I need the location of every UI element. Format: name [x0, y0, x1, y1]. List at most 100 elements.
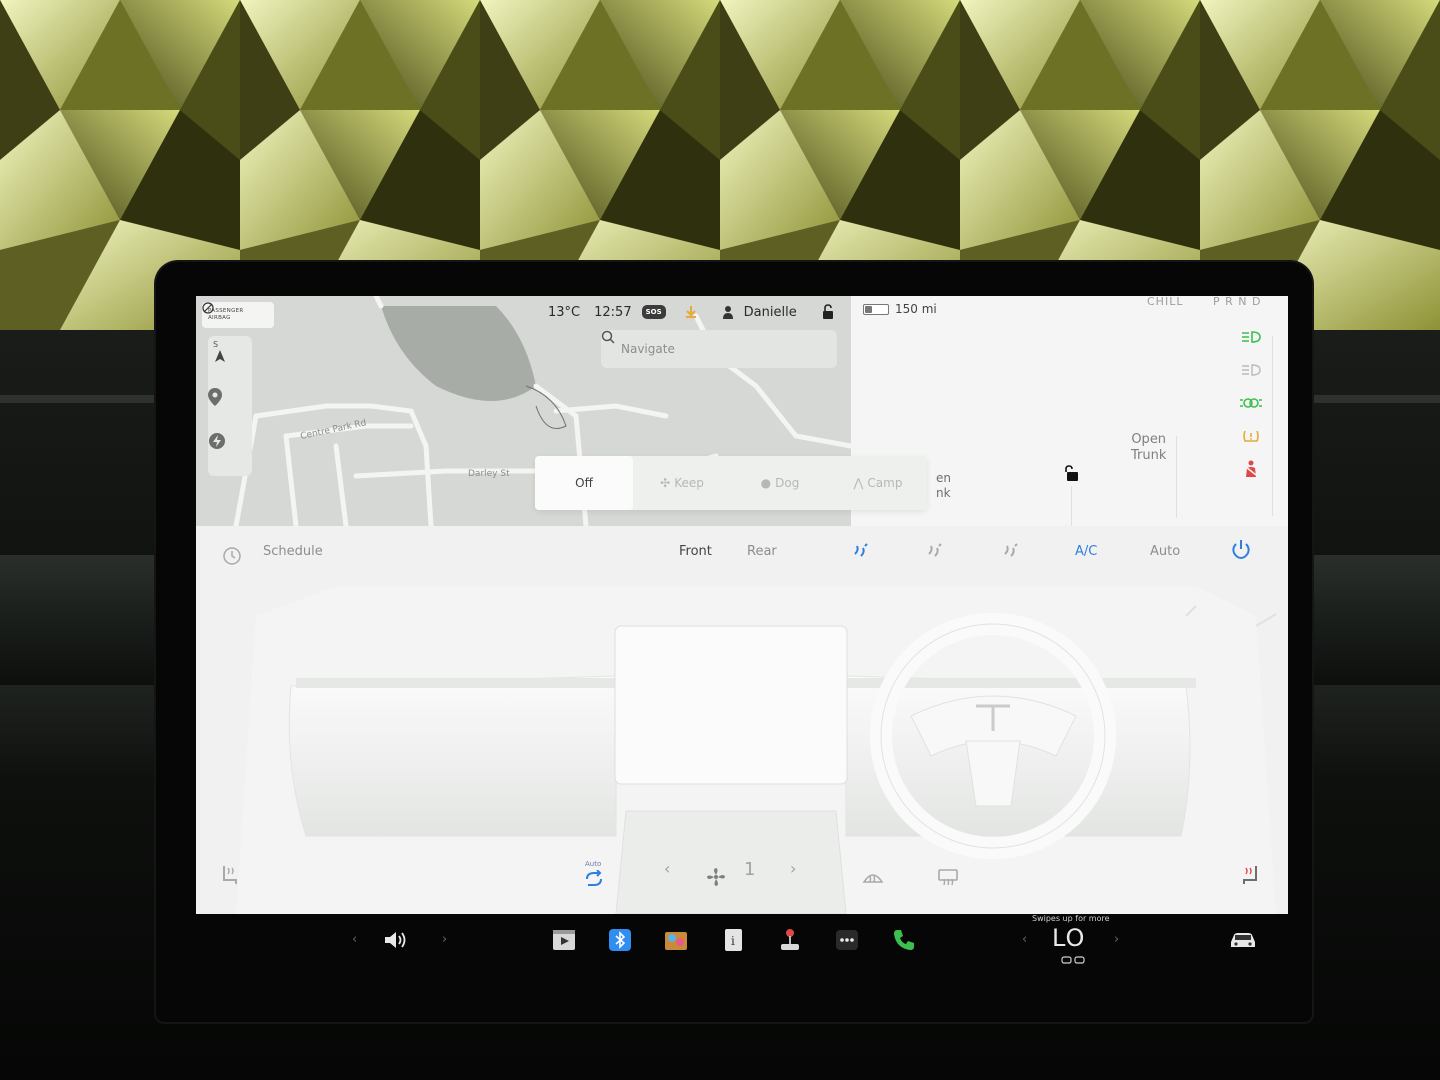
recirc-auto-label: Auto: [585, 860, 602, 868]
volume-button[interactable]: [382, 926, 410, 954]
pin-button[interactable]: [208, 388, 252, 428]
touchscreen: PASSENGER AIRBAG S Navigate Centre Park …: [196, 296, 1288, 914]
battery-indicator: 150 mi: [863, 302, 937, 316]
passenger-airbag-indicator: PASSENGER AIRBAG: [202, 302, 274, 328]
cabin-temperature[interactable]: LO: [1052, 924, 1085, 952]
toybox-icon: [665, 932, 687, 950]
tire-pressure-icon: [1243, 430, 1259, 442]
gear-selector: P R N D: [1213, 296, 1262, 308]
fan-decrease-button[interactable]: ‹: [664, 859, 670, 878]
airbag-line2: AIRBAG: [208, 315, 231, 321]
trunk-line1: Open: [1131, 432, 1167, 447]
fan-speed: 1: [744, 859, 756, 880]
schedule-button[interactable]: Schedule: [263, 544, 323, 559]
keeper-option-label: Camp: [867, 476, 903, 490]
clock-icon[interactable]: [222, 546, 242, 566]
phone-app-button[interactable]: [890, 926, 918, 954]
phone-icon: [894, 930, 914, 950]
compass-button[interactable]: S: [208, 338, 252, 378]
trunk-line2: Trunk: [1131, 448, 1167, 463]
divider: [1272, 336, 1273, 516]
volume-up-button[interactable]: ›: [442, 932, 447, 947]
keeper-option-dog[interactable]: ● Dog: [731, 456, 829, 510]
divider: [1176, 436, 1177, 518]
power-icon[interactable]: [1230, 538, 1252, 560]
clock: 12:57: [594, 304, 632, 320]
parking-lights-indicator: [1228, 386, 1274, 419]
car-icon: [1231, 933, 1255, 947]
sos-badge[interactable]: SOS: [641, 305, 666, 319]
charging-button[interactable]: [208, 432, 252, 472]
bluetooth-icon: [609, 929, 631, 951]
airflow-windshield-icon[interactable]: [1001, 540, 1021, 560]
seatbelt-icon: [1245, 460, 1257, 477]
headlights-indicator: [1228, 320, 1274, 353]
media-app-button[interactable]: [550, 926, 578, 954]
keeper-option-label: Dog: [775, 476, 800, 490]
navigate-search[interactable]: Navigate: [601, 330, 837, 368]
rear-defrost-icon[interactable]: [937, 868, 959, 886]
search-placeholder: Navigate: [621, 342, 675, 356]
frunk-line1: en: [936, 471, 951, 485]
car-menu-button[interactable]: [1226, 926, 1260, 954]
swipe-hint: Swipes up for more: [1032, 914, 1110, 923]
keeper-option-off[interactable]: Off: [535, 456, 633, 510]
lightning-icon: [209, 433, 225, 449]
airflow-feet-icon[interactable]: [925, 540, 945, 560]
owners-manual-icon: i: [725, 929, 742, 951]
temp-up-button[interactable]: ›: [1114, 932, 1119, 947]
recirculate-icon[interactable]: [584, 870, 604, 888]
indicator-column: [1228, 320, 1274, 485]
taskbar: ‹ › i Swipes up for more ‹ LO ›: [196, 914, 1288, 974]
fan-icon: [707, 868, 725, 886]
fan-icon: ✣: [660, 476, 671, 490]
climate-keeper-selector: Off ✣ Keep ● Dog ⋀ Camp: [535, 456, 927, 510]
svg-text:S: S: [213, 340, 218, 349]
location-pin-icon: [208, 388, 222, 406]
tire-pressure-indicator: [1228, 419, 1274, 452]
arcade-app-button[interactable]: [776, 926, 804, 954]
bluetooth-app-button[interactable]: [606, 926, 634, 954]
outside-temperature: 13°C: [548, 304, 581, 320]
driver-seat-heater-icon[interactable]: [220, 864, 240, 886]
tent-icon: ⋀: [853, 476, 864, 490]
toybox-app-button[interactable]: [662, 926, 690, 954]
open-frunk-button[interactable]: en nk: [936, 471, 951, 501]
door-unlock-icon[interactable]: [1061, 464, 1079, 482]
download-icon[interactable]: [684, 305, 698, 319]
fan-increase-button[interactable]: ›: [790, 859, 796, 878]
headlight-icon: [1242, 330, 1261, 343]
keeper-option-camp[interactable]: ⋀ Camp: [829, 456, 927, 510]
rear-tab[interactable]: Rear: [747, 544, 777, 559]
joystick-icon: [781, 929, 799, 950]
passenger-seat-heater-icon[interactable]: [1240, 864, 1260, 886]
front-defrost-icon[interactable]: [862, 868, 884, 886]
battery-icon: [863, 303, 889, 315]
volume-down-button[interactable]: ‹: [352, 932, 357, 947]
ac-button[interactable]: A/C: [1075, 544, 1097, 559]
seat-icons[interactable]: [1060, 955, 1086, 965]
temp-down-button[interactable]: ‹: [1022, 932, 1027, 947]
airflow-face-icon[interactable]: [851, 540, 871, 560]
auto-button[interactable]: Auto: [1150, 544, 1180, 559]
keeper-option-label: Off: [575, 476, 593, 490]
more-apps-button[interactable]: [833, 926, 861, 954]
airbag-off-icon: [202, 302, 214, 314]
profile-name[interactable]: Danielle: [744, 305, 797, 320]
front-tab[interactable]: Front: [679, 544, 712, 559]
range-text: 150 mi: [895, 302, 937, 316]
keeper-option-keep[interactable]: ✣ Keep: [633, 456, 731, 510]
open-trunk-button[interactable]: Open Trunk: [1131, 432, 1166, 464]
auto-highbeam-indicator: [1228, 353, 1274, 386]
battery-fill: [865, 305, 872, 313]
search-icon: [601, 330, 615, 344]
compass-icon: S: [213, 340, 225, 362]
frunk-line2: nk: [936, 486, 951, 500]
drive-mode: CHILL: [1147, 296, 1184, 308]
unlock-icon[interactable]: [821, 304, 835, 320]
manual-app-button[interactable]: i: [719, 926, 747, 954]
climate-panel: Schedule Front Rear A/C Auto Auto ‹ 1 ›: [196, 526, 1288, 914]
paw-icon: ●: [760, 476, 772, 490]
more-icon: [836, 930, 858, 950]
profile-icon[interactable]: [722, 305, 734, 319]
